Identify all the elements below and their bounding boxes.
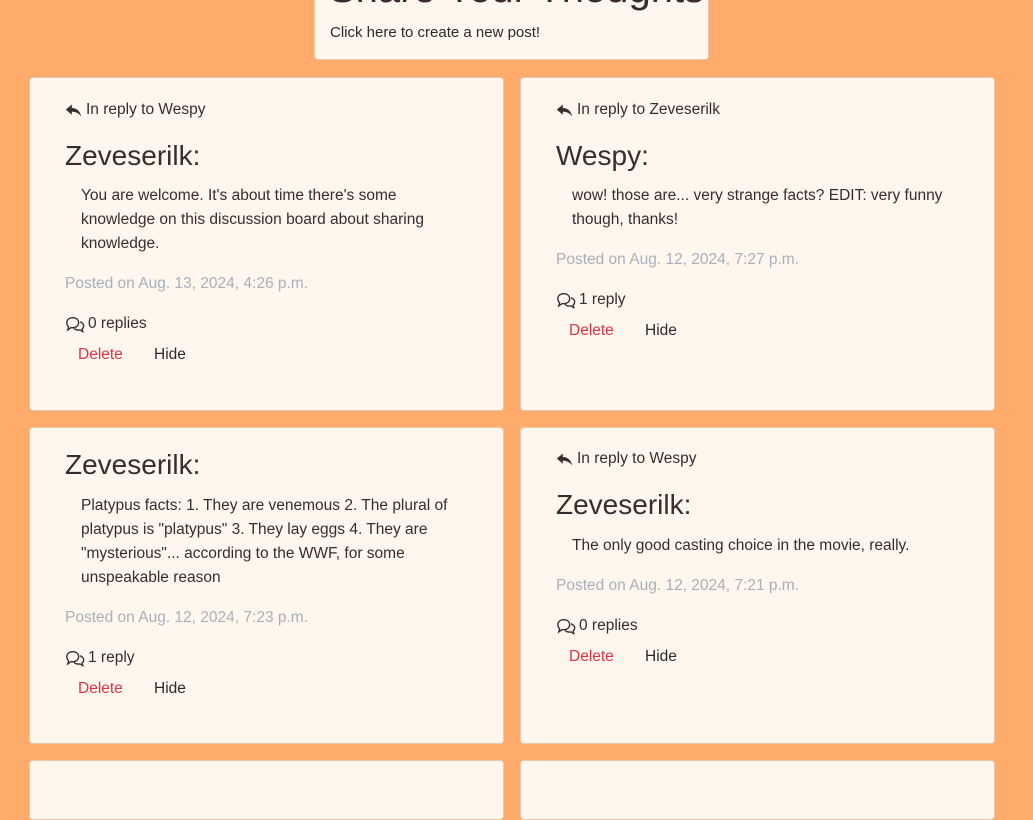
post-body: Platypus facts: 1. They are venemous 2. … <box>81 494 447 590</box>
replies-link[interactable]: 1 reply <box>65 649 135 667</box>
post-card: In reply to Wespy Zeveserilk: You are we… <box>29 77 504 411</box>
post-author: Wespy: <box>556 140 649 171</box>
create-post-card[interactable]: Share Your Thoughts Click here to create… <box>314 0 709 60</box>
post-date: Posted on Aug. 13, 2024, 4:26 p.m. <box>65 275 309 292</box>
replies-count: 1 reply <box>88 649 135 666</box>
post-author: Zeveserilk: <box>65 449 201 480</box>
delete-button[interactable]: Delete <box>78 346 123 364</box>
reply-to-text: In reply to Wespy <box>86 101 206 118</box>
replies-link[interactable]: 0 replies <box>556 617 638 635</box>
post-body-line: knowledge. <box>81 235 160 252</box>
comments-icon <box>557 292 576 309</box>
reply-icon <box>65 104 82 116</box>
post-body: wow! those are... very strange facts? ED… <box>572 184 942 232</box>
replies-count: 1 reply <box>579 291 626 308</box>
post-author: Zeveserilk: <box>65 140 201 171</box>
hide-button[interactable]: Hide <box>154 680 186 698</box>
hide-button[interactable]: Hide <box>645 322 677 340</box>
reply-to-link[interactable]: In reply to Zeveserilk <box>556 101 720 119</box>
post-body-line: The only good casting choice in the movi… <box>572 537 910 554</box>
post-body-line: "mysterious"... according to the WWF, fo… <box>81 545 405 562</box>
post-date: Posted on Aug. 12, 2024, 7:21 p.m. <box>556 577 800 594</box>
comments-icon <box>66 650 85 667</box>
reply-to-link[interactable]: In reply to Wespy <box>556 450 696 468</box>
post-card <box>520 760 995 820</box>
replies-link[interactable]: 0 replies <box>65 315 147 333</box>
post-body-line: You are welcome. It's about time there's… <box>81 187 397 204</box>
post-body-line: platypus is "platypus" 3. They lay eggs … <box>81 521 428 538</box>
post-body-line: unspeakable reason <box>81 569 221 586</box>
delete-button[interactable]: Delete <box>569 322 614 340</box>
post-card <box>29 760 504 820</box>
replies-count: 0 replies <box>579 617 638 634</box>
hide-button[interactable]: Hide <box>154 346 186 364</box>
post-body-line: wow! those are... very strange facts? ED… <box>572 187 943 204</box>
delete-button[interactable]: Delete <box>569 648 614 666</box>
comments-icon <box>66 316 85 333</box>
post-card: Zeveserilk: Platypus facts: 1. They are … <box>29 427 504 744</box>
reply-icon <box>556 104 573 116</box>
post-card: In reply to Zeveserilk Wespy: wow! those… <box>520 77 995 411</box>
post-body: The only good casting choice in the movi… <box>572 534 909 558</box>
replies-link[interactable]: 1 reply <box>556 291 626 309</box>
page-title: Share Your Thoughts <box>329 0 704 12</box>
reply-to-text: In reply to Wespy <box>577 450 697 467</box>
create-post-link[interactable]: Click here to create a new post! <box>330 24 540 41</box>
post-date: Posted on Aug. 12, 2024, 7:23 p.m. <box>65 609 309 626</box>
reply-to-text: In reply to Zeveserilk <box>577 101 720 118</box>
post-body-line: though, thanks! <box>572 211 678 228</box>
post-date: Posted on Aug. 12, 2024, 7:27 p.m. <box>556 251 800 268</box>
reply-to-link[interactable]: In reply to Wespy <box>65 101 205 119</box>
post-body-line: knowledge on this discussion board about… <box>81 211 424 228</box>
post-body-line: Platypus facts: 1. They are venemous 2. … <box>81 497 448 514</box>
replies-count: 0 replies <box>88 315 147 332</box>
post-author: Zeveserilk: <box>556 489 692 520</box>
post-card: In reply to Wespy Zeveserilk: The only g… <box>520 427 995 744</box>
comments-icon <box>557 618 576 635</box>
delete-button[interactable]: Delete <box>78 680 123 698</box>
post-body: You are welcome. It's about time there's… <box>81 184 424 256</box>
reply-icon <box>556 453 573 465</box>
hide-button[interactable]: Hide <box>645 648 677 666</box>
